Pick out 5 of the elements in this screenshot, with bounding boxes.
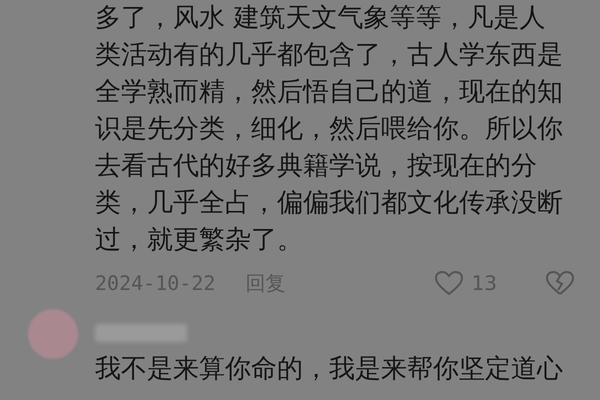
comment-text: 我不是来算你命的，我是来帮你坚定道心: [95, 353, 564, 386]
broken-heart-icon[interactable]: [545, 270, 575, 296]
avatar-placeholder: [28, 309, 78, 359]
comment-text: 多了，风水 建筑天文气象等等，凡是人 类活动有的几乎都包含了，古人学东西是 全学熟而精，然后悟自己的道，现在的知 识是先分类，细化，然后喂给你。所以你 去看古代的好多典籍学说，按现在的分 类，几乎全占，偏偏我们都文化传承没断 过，就更繁杂了。: [95, 2, 564, 257]
heart-icon[interactable]: [434, 270, 464, 296]
